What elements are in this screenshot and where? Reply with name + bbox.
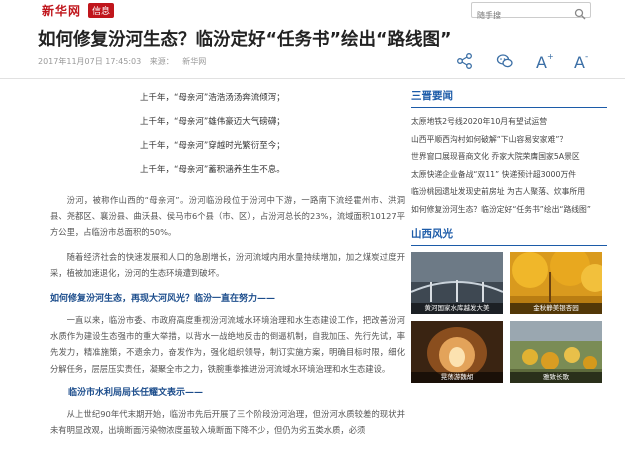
photo-autumn-ginkgo[interactable]: 金秋静美银杏园 — [510, 252, 602, 314]
photo-caption: 金秋静美银杏园 — [510, 303, 602, 314]
publish-date: 2017年11月07日 17:45:03 — [38, 57, 142, 66]
section-title-news[interactable]: 三晋要闻 — [411, 88, 607, 108]
news-link[interactable]: 如何修复汾河生态？临汾定好“任务书”绘出“路线图” — [411, 201, 607, 219]
poem-line: 上千年，“母亲河”蓄积涵养生生不息。 — [140, 165, 285, 175]
photo-caption: 黄河国家水库越发大美 — [411, 303, 503, 314]
photo-harvest[interactable]: 雅致长歌 — [510, 321, 602, 383]
sidebar: 三晋要闻 太原地铁2号线2020年10月有望试运营 山西平顺西沟村如何破解“下山… — [411, 88, 607, 387]
search-input[interactable] — [472, 8, 568, 23]
svg-text:A: A — [536, 53, 547, 71]
search-icon[interactable] — [574, 5, 586, 20]
source-label: 来源： — [149, 57, 174, 66]
news-list: 太原地铁2号线2020年10月有望试运营 山西平顺西沟村如何破解“下山容易安家难… — [411, 113, 607, 218]
share-icon[interactable] — [455, 51, 475, 71]
section-subheading: 如何修复汾河生态，再现大河风光？临汾一直在努力—— — [50, 294, 276, 305]
top-bar: 新华网 信息 — [0, 0, 625, 23]
font-increase-icon[interactable]: A + — [533, 51, 554, 72]
photo-caption: 雅致长歌 — [510, 372, 602, 383]
paragraph: 随着经济社会的快速发展和人口的急剧增长，汾河流域内用水量持续增加，加之煤炭过度开… — [50, 251, 405, 278]
section-title-scenery[interactable]: 山西风光 — [411, 226, 607, 246]
site-logo[interactable]: 新华网 — [42, 2, 81, 19]
paragraph: 从上世纪90年代末期开始，临汾市先后开展了三个阶段汾河治理，但汾河水质较差的现状… — [50, 408, 405, 436]
poem-block: 上千年，“母亲河”浩浩汤汤奔流倾泻； 上千年，“母亲河”雄伟豪迈大气磅礴； 上千… — [140, 86, 405, 182]
article-title: 如何修复汾河生态？临汾定好“任务书”绘出“路线图” — [38, 30, 452, 50]
svg-text:A: A — [574, 53, 585, 71]
photo-yellow-river-bridge[interactable]: 黄河国家水库越发大美 — [411, 252, 503, 314]
news-link[interactable]: 世界窗口展现晋商文化 乔家大院荣膺国家5A景区 — [411, 148, 607, 166]
photo-grid: 黄河国家水库越发大美 金秋静美银杏园 晃荡游魏胡 雅致长歌 — [411, 252, 607, 387]
source-name[interactable]: 新华网 — [182, 57, 206, 66]
font-decrease-icon[interactable]: A- — [571, 51, 591, 72]
news-link[interactable]: 临汾桃园遗址发现史前房址 为古人聚落、炊事所用 — [411, 183, 607, 201]
search-box — [471, 2, 591, 23]
article-tools: A + A- — [455, 51, 595, 72]
poem-line: 上千年，“母亲河”浩浩汤汤奔流倾泻； — [140, 93, 285, 103]
svg-text:-: - — [585, 52, 588, 62]
svg-text:+: + — [547, 52, 553, 61]
article-meta: 2017年11月07日 17:45:03 来源： 新华网 — [38, 56, 212, 67]
photo-mine-tunnel[interactable]: 晃荡游魏胡 — [411, 321, 503, 383]
poem-line: 上千年，“母亲河”雄伟豪迈大气磅礴； — [140, 117, 285, 127]
photo-caption: 晃荡游魏胡 — [411, 372, 503, 383]
poem-line: 上千年，“母亲河”穿越时光繁衍至今； — [140, 141, 285, 151]
news-link[interactable]: 太原快递企业备战“双11” 快递预计超3000万件 — [411, 166, 607, 184]
news-link[interactable]: 太原地铁2号线2020年10月有望试运营 — [411, 113, 607, 131]
header-divider — [0, 78, 625, 79]
section-subheading: 临汾市水利局局长任耀文表示—— — [68, 387, 204, 398]
paragraph: 汾河，被称作山西的“母亲河”。汾河临汾段位于汾河中下游，一路南下流经霍州市、洪洞… — [50, 195, 405, 238]
paragraph: 一直以来，临汾市委、市政府高度重视汾河流域水环境治理和水生态建设工作，把改善汾河… — [50, 315, 405, 374]
logo-badge: 信息 — [88, 3, 115, 18]
news-link[interactable]: 山西平顺西沟村如何破解“下山容易安家难”？ — [411, 131, 607, 149]
article-body: 上千年，“母亲河”浩浩汤汤奔流倾泻； 上千年，“母亲河”雄伟豪迈大气磅礴； 上千… — [50, 86, 405, 438]
wechat-icon[interactable] — [495, 51, 515, 71]
